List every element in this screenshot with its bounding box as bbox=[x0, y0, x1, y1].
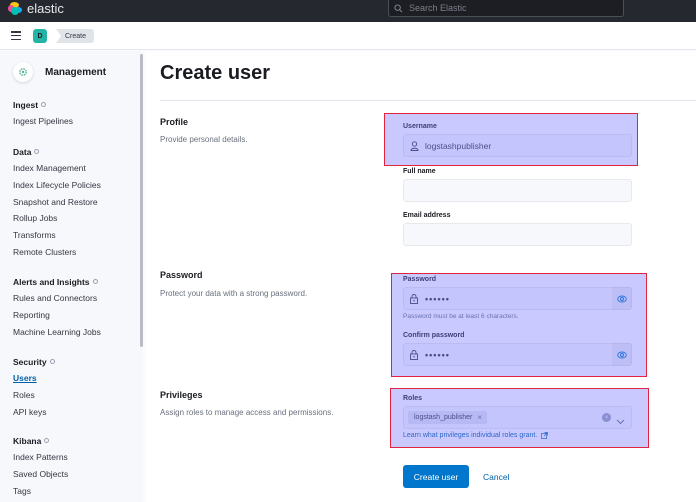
top-header: elastic Search Elastic bbox=[0, 0, 696, 22]
menu-icon[interactable] bbox=[11, 31, 21, 40]
sidebar-item-index-management[interactable]: Index Management bbox=[13, 160, 101, 177]
nav-group-alerts: Alerts and Insights Rules and Connectors… bbox=[13, 273, 101, 340]
nav-group-ingest: Ingest Ingest Pipelines bbox=[13, 96, 73, 130]
cancel-button[interactable]: Cancel bbox=[483, 465, 509, 488]
title-divider bbox=[160, 100, 696, 101]
elastic-logo-icon bbox=[8, 1, 22, 16]
info-icon bbox=[49, 359, 55, 364]
search-input[interactable]: Search Elastic bbox=[388, 0, 624, 17]
breadcrumb-bar: D Stack Management Users Create bbox=[0, 22, 696, 50]
email-label: Email address bbox=[403, 212, 451, 219]
section-title-privileges: Privileges bbox=[160, 390, 203, 400]
sidebar-item-index-lifecycle-policies[interactable]: Index Lifecycle Policies bbox=[13, 177, 101, 194]
sidebar-item-users[interactable]: Users bbox=[13, 370, 55, 387]
brand-name: elastic bbox=[27, 1, 64, 16]
info-icon bbox=[44, 438, 50, 443]
sidebar-header: Management bbox=[13, 62, 106, 82]
sidebar-item-ingest-pipelines[interactable]: Ingest Pipelines bbox=[13, 113, 73, 130]
highlight-roles bbox=[390, 388, 649, 448]
full-name-label: Full name bbox=[403, 168, 436, 175]
sidebar-item-api-keys[interactable]: API keys bbox=[13, 403, 55, 420]
nav-group-data: Data Index Management Index Lifecycle Po… bbox=[13, 143, 101, 260]
page-title: Create user bbox=[160, 62, 271, 84]
sidebar-item-machine-learning-jobs[interactable]: Machine Learning Jobs bbox=[13, 323, 101, 340]
sidebar-item-remote-clusters[interactable]: Remote Clusters bbox=[13, 243, 101, 260]
breadcrumb: Stack Management Users Create bbox=[56, 29, 96, 43]
sidebar-item-reporting[interactable]: Reporting bbox=[13, 307, 101, 324]
sidebar-item-tags[interactable]: Tags bbox=[13, 482, 68, 499]
section-desc-password: Protect your data with a strong password… bbox=[160, 289, 308, 298]
elastic-logo[interactable]: elastic bbox=[8, 1, 64, 16]
full-name-field[interactable] bbox=[403, 179, 632, 202]
breadcrumb-create: Create bbox=[56, 29, 95, 43]
highlight-password bbox=[391, 273, 647, 377]
info-icon bbox=[41, 102, 47, 107]
space-avatar[interactable]: D bbox=[33, 29, 47, 43]
nav-heading-alerts: Alerts and Insights bbox=[13, 276, 90, 287]
nav-heading-data: Data bbox=[13, 146, 32, 157]
nav-heading-ingest: Ingest bbox=[13, 99, 39, 110]
section-title-password: Password bbox=[160, 270, 203, 280]
section-desc-profile: Provide personal details. bbox=[160, 135, 248, 144]
sidebar-title: Management bbox=[45, 66, 107, 78]
email-field[interactable] bbox=[403, 223, 632, 246]
info-icon bbox=[92, 279, 98, 284]
section-title-profile: Profile bbox=[160, 117, 189, 127]
search-icon bbox=[394, 3, 403, 12]
gear-icon bbox=[13, 62, 33, 82]
highlight-username bbox=[384, 113, 638, 166]
sidebar-item-roles[interactable]: Roles bbox=[13, 387, 55, 404]
sidebar-item-index-patterns[interactable]: Index Patterns bbox=[13, 449, 68, 466]
nav-group-kibana: Kibana Index Patterns Saved Objects Tags bbox=[13, 432, 68, 499]
nav-heading-security: Security bbox=[13, 356, 47, 367]
section-desc-privileges: Assign roles to manage access and permis… bbox=[160, 408, 334, 417]
sidebar-scrollbar[interactable] bbox=[140, 54, 143, 347]
nav-heading-kibana: Kibana bbox=[13, 435, 42, 446]
create-user-button[interactable]: Create user bbox=[403, 465, 469, 488]
sidebar-item-transforms[interactable]: Transforms bbox=[13, 227, 101, 244]
sidebar-item-saved-objects[interactable]: Saved Objects bbox=[13, 466, 68, 483]
search-placeholder: Search Elastic bbox=[409, 3, 467, 13]
sidebar-item-rules-and-connectors[interactable]: Rules and Connectors bbox=[13, 290, 101, 307]
sidebar-item-rollup-jobs[interactable]: Rollup Jobs bbox=[13, 210, 101, 227]
sidebar-item-snapshot-and-restore[interactable]: Snapshot and Restore bbox=[13, 193, 101, 210]
nav-group-security: Security Users Roles API keys bbox=[13, 353, 55, 420]
info-icon bbox=[34, 149, 40, 154]
